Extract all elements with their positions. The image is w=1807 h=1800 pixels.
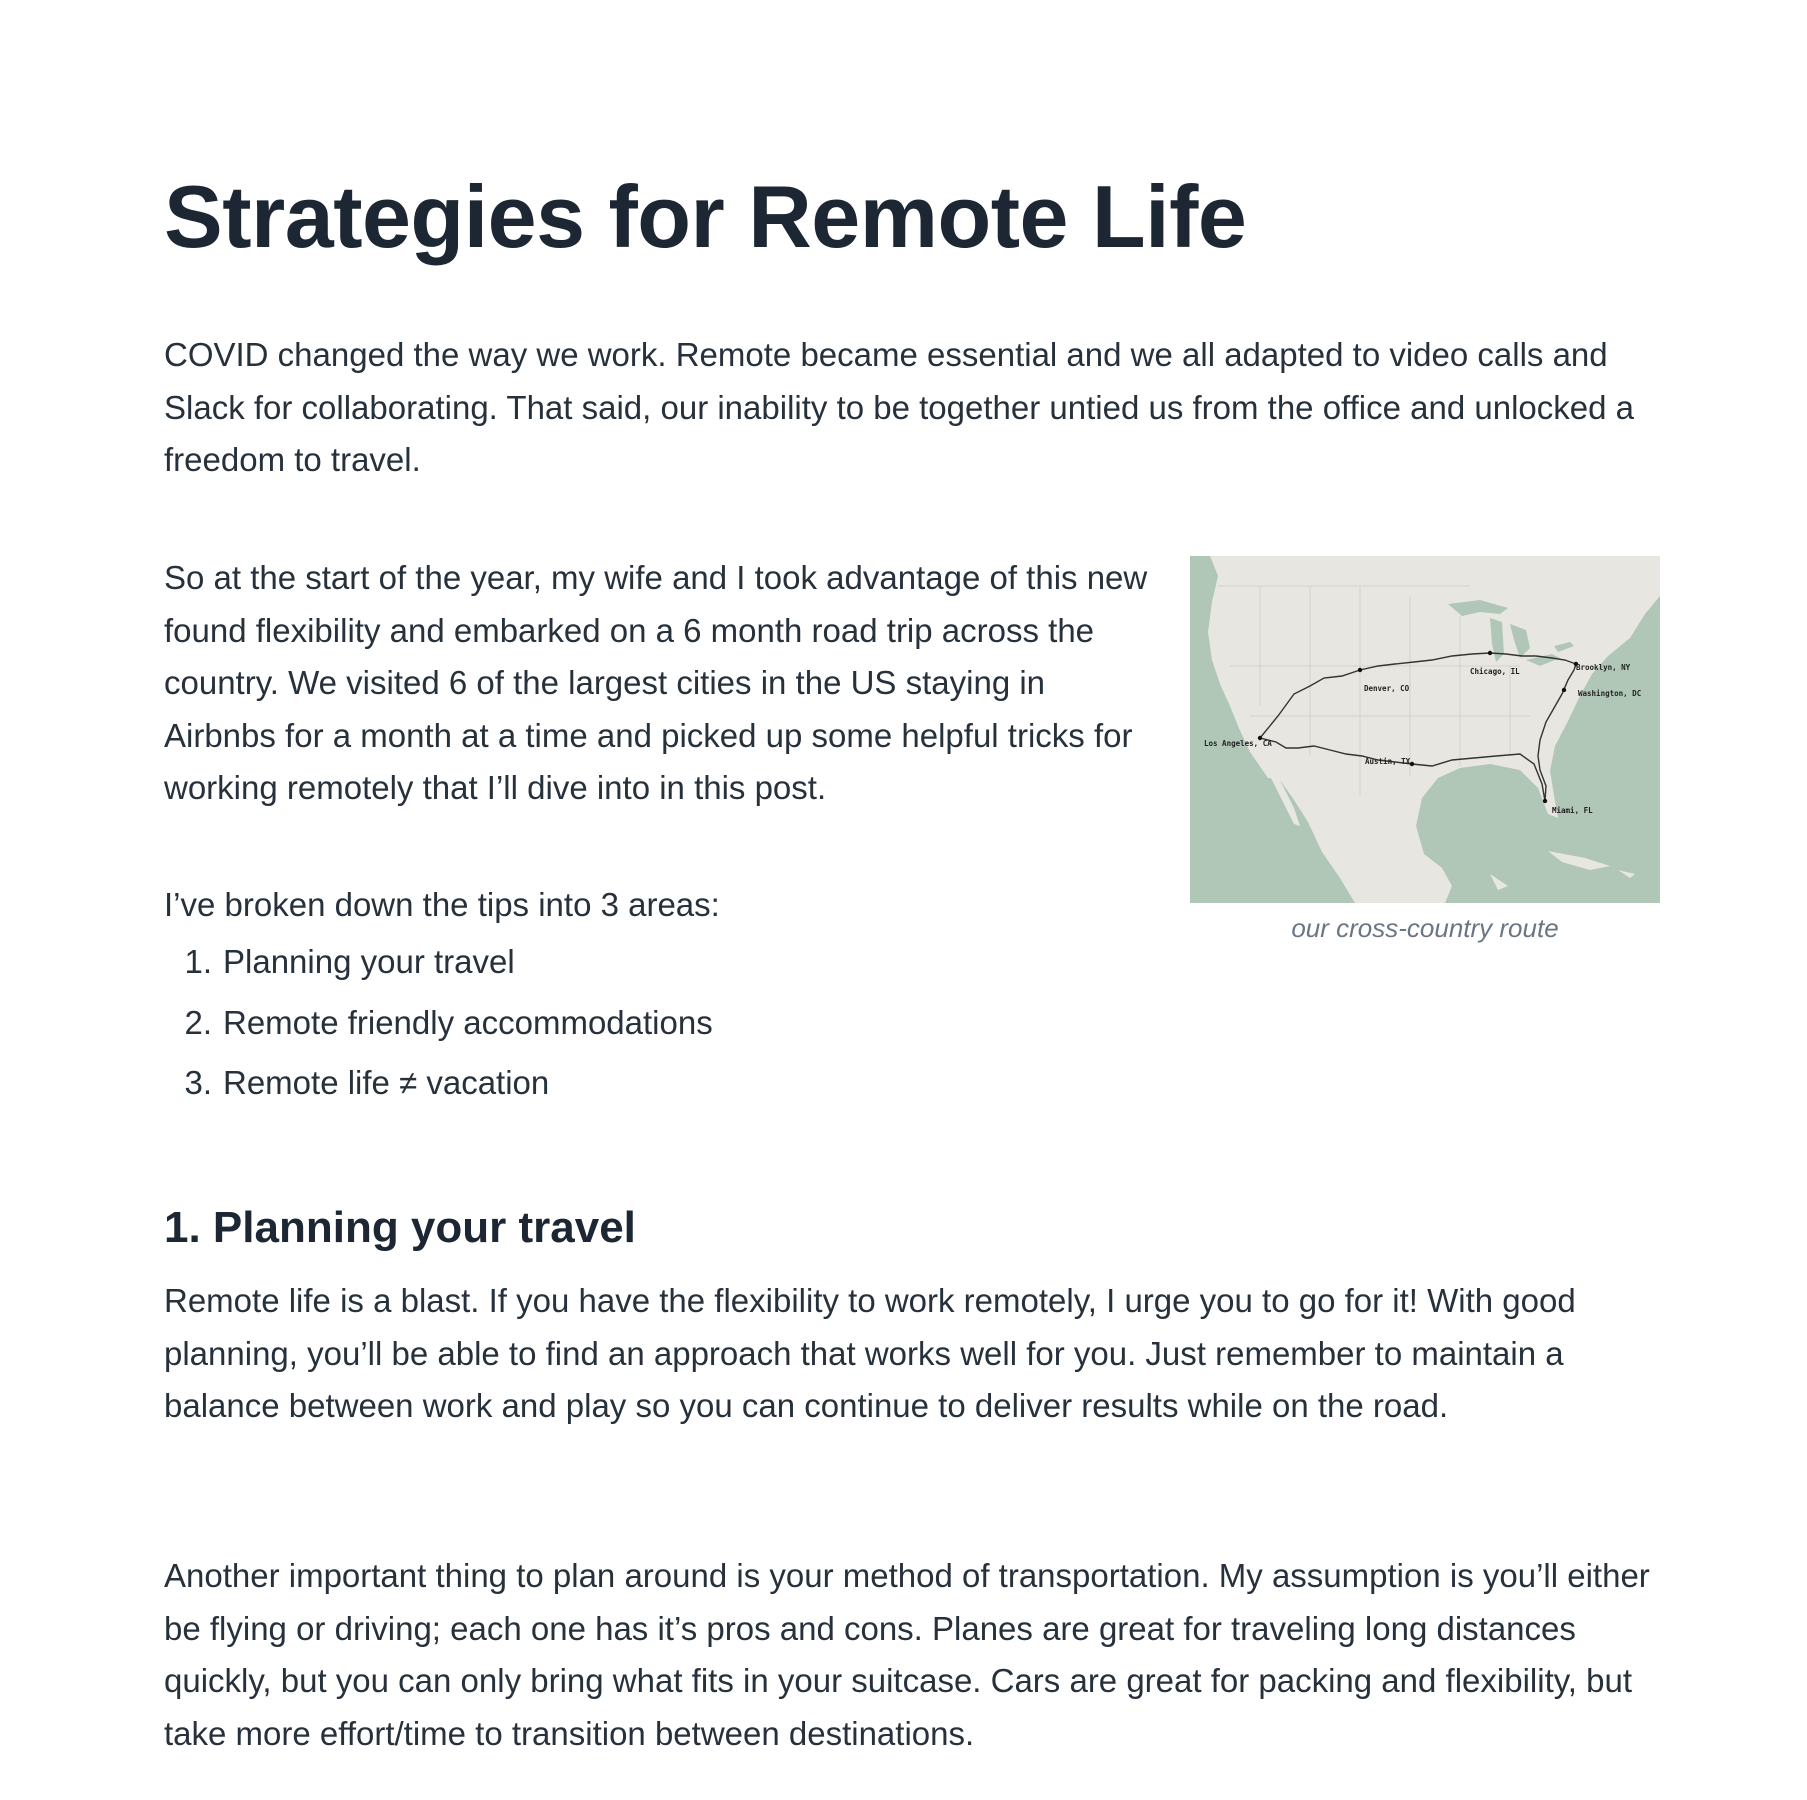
city-label-chicago: Chicago, IL bbox=[1470, 667, 1520, 676]
list-number: 3. bbox=[184, 1064, 212, 1101]
city-label-washington: Washington, DC bbox=[1578, 689, 1641, 698]
city-dot-austin bbox=[1409, 761, 1415, 767]
city-label-denver: Denver, CO bbox=[1364, 684, 1410, 693]
map-caption: our cross-country route bbox=[1291, 913, 1559, 943]
list-item-label: Remote friendly accommodations bbox=[223, 1003, 713, 1041]
areas-list-item: 3. Remote life ≠ vacation bbox=[164, 1053, 713, 1114]
areas-list-item: 1. Planning your travel bbox=[164, 932, 713, 993]
city-dot-miami bbox=[1542, 798, 1548, 804]
section-heading-planning: 1. Planning your travel bbox=[164, 1203, 636, 1252]
list-number: 2. bbox=[184, 1003, 212, 1041]
route-map-figure: Los Angeles, CA Denver, CO Chicago, IL B… bbox=[1190, 556, 1660, 945]
page-title: Strategies for Remote Life bbox=[164, 167, 1247, 266]
article-page: Strategies for Remote Life COVID changed… bbox=[0, 0, 1807, 1800]
city-dot-chicago bbox=[1487, 650, 1493, 656]
list-item-label: Planning your travel bbox=[223, 943, 515, 980]
areas-list-item: 2. Remote friendly accommodations bbox=[164, 993, 713, 1054]
section-paragraph: Remote life is a blast. If you have the … bbox=[164, 1282, 1576, 1424]
intro-paragraph: COVID changed the way we work. Remote be… bbox=[164, 336, 1634, 478]
list-number: 1. bbox=[184, 943, 212, 980]
areas-list: 1. Planning your travel 2. Remote friendly… bbox=[164, 932, 713, 1114]
areas-intro: I’ve broken down the tips into 3 areas: bbox=[164, 886, 720, 923]
city-dot-washington bbox=[1561, 687, 1567, 693]
city-dot-denver bbox=[1357, 667, 1363, 673]
city-label-austin: Austin, TX bbox=[1365, 757, 1411, 766]
list-item-label: Remote life ≠ vacation bbox=[223, 1064, 550, 1101]
city-label-miami: Miami, FL bbox=[1552, 806, 1593, 815]
route-map-image: Los Angeles, CA Denver, CO Chicago, IL B… bbox=[1190, 556, 1660, 903]
city-label-los-angeles: Los Angeles, CA bbox=[1204, 739, 1272, 748]
road-trip-paragraph: So at the start of the year, my wife and… bbox=[164, 559, 1148, 806]
section-paragraph: Another important thing to plan around i… bbox=[164, 1557, 1650, 1752]
city-label-brooklyn: Brooklyn, NY bbox=[1576, 663, 1631, 672]
